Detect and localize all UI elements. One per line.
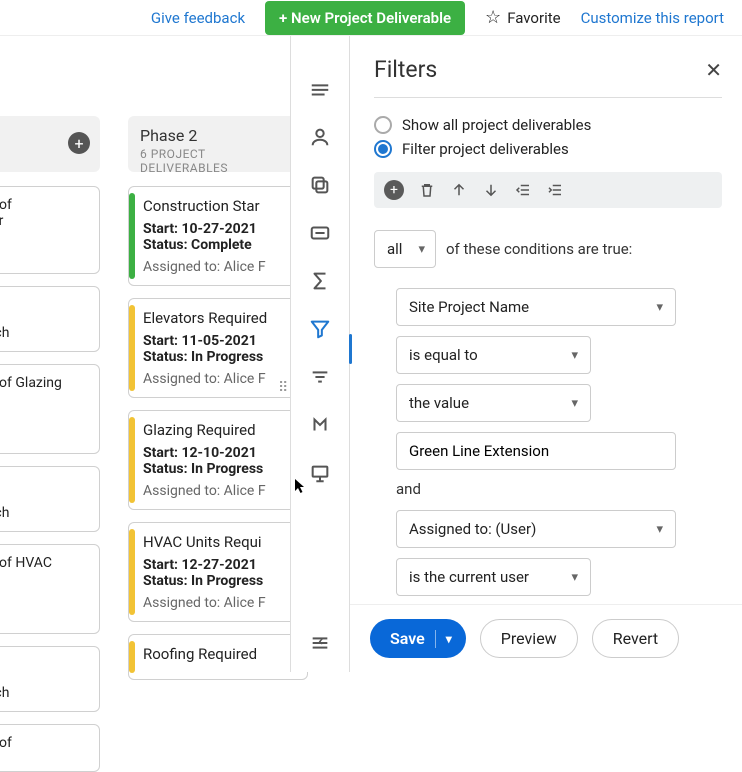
indent-icon[interactable] — [546, 181, 564, 199]
panel-footer: Save ▾ Preview Revert — [350, 604, 742, 672]
status-bar — [129, 641, 135, 673]
value-type-selector[interactable]: the value▾ — [396, 384, 591, 422]
match-selector[interactable]: all▾ — [374, 230, 436, 268]
match-text: of these conditions are true: — [446, 240, 632, 258]
copy-icon[interactable] — [309, 174, 331, 196]
settings-rail — [290, 36, 350, 672]
radio-label: Filter project deliverables — [402, 140, 569, 158]
preview-button[interactable]: Preview — [480, 619, 578, 658]
active-indicator — [349, 334, 352, 364]
and-label: and — [396, 480, 722, 498]
lines-icon[interactable] — [309, 366, 331, 388]
list-icon[interactable] — [309, 78, 331, 100]
add-card-button[interactable]: + — [68, 132, 90, 154]
match-row: all▾ of these conditions are true: — [374, 230, 722, 268]
condition-group: Site Project Name▾ is equal to▾ the valu… — [374, 288, 722, 624]
card[interactable]: Construction Star Start: 10-27-2021 Stat… — [128, 186, 308, 286]
radio-filter[interactable]: Filter project deliverables — [374, 140, 722, 158]
star-icon: ☆ — [485, 7, 501, 28]
favorite-button[interactable]: ☆ Favorite — [485, 7, 561, 28]
close-icon[interactable]: ✕ — [705, 58, 722, 82]
chevron-down-icon: ▾ — [418, 242, 425, 257]
column-partial: + t ofar ich t of Glazing ich t of HVAC … — [0, 116, 100, 672]
user-icon[interactable] — [309, 126, 331, 148]
radio-label: Show all project deliverables — [402, 116, 591, 134]
arrow-up-icon[interactable] — [450, 181, 468, 199]
status-bar — [129, 193, 135, 279]
trash-icon[interactable] — [418, 181, 436, 199]
card-fragment[interactable]: ich — [0, 466, 100, 532]
card-icon[interactable] — [309, 222, 331, 244]
operator-selector[interactable]: is the current user▾ — [396, 558, 591, 596]
display-icon[interactable] — [309, 462, 331, 484]
card[interactable]: Roofing Required — [128, 634, 308, 680]
panel-header: Filters ✕ — [374, 56, 722, 98]
chevron-down-icon: ▾ — [446, 632, 452, 646]
give-feedback-link[interactable]: Give feedback — [151, 9, 245, 27]
save-button[interactable]: Save ▾ — [370, 619, 466, 658]
topbar: Give feedback + New Project Deliverable … — [0, 0, 742, 36]
operator-selector[interactable]: is equal to▾ — [396, 336, 591, 374]
favorite-label: Favorite — [507, 9, 560, 27]
card-fragment[interactable]: t of Glazing — [0, 364, 100, 454]
radio-show-all[interactable]: Show all project deliverables — [374, 116, 722, 134]
radio-icon — [374, 140, 392, 158]
add-condition-button[interactable]: + — [384, 180, 404, 200]
column-header: + — [0, 116, 100, 172]
filters-panel: Filters ✕ Show all project deliverables … — [350, 36, 742, 672]
status-bar — [129, 305, 135, 391]
outdent-icon[interactable] — [514, 181, 532, 199]
card[interactable]: HVAC Units Requi Start: 12-27-2021 Statu… — [128, 522, 308, 622]
new-deliverable-button[interactable]: + New Project Deliverable — [265, 1, 465, 35]
card-fragment[interactable]: ich — [0, 646, 100, 712]
status-bar — [129, 529, 135, 615]
card-fragment[interactable]: ich — [0, 286, 100, 352]
sigma-icon[interactable] — [309, 270, 331, 292]
funnel-icon[interactable] — [309, 318, 331, 340]
card-fragment[interactable]: t of — [0, 724, 100, 772]
field-selector[interactable]: Assigned to: (User)▾ — [396, 510, 676, 548]
chevron-down-icon: ▾ — [656, 300, 663, 315]
card-fragment[interactable]: t ofar — [0, 186, 100, 274]
card[interactable]: Glazing Required Start: 12-10-2021 Statu… — [128, 410, 308, 510]
chevron-down-icon: ▾ — [571, 348, 578, 363]
collapse-icon[interactable] — [309, 632, 331, 654]
column-title: Phase 2 — [140, 126, 296, 145]
customize-report-link[interactable]: Customize this report — [581, 9, 724, 27]
column-header: Phase 2 6 PROJECT DELIVERABLES — [128, 116, 308, 172]
chevron-down-icon: ▾ — [571, 396, 578, 411]
drag-handle-icon[interactable]: ⠿ — [278, 380, 288, 396]
status-bar — [129, 417, 135, 503]
card-fragment[interactable]: t of HVAC — [0, 544, 100, 634]
value-input[interactable]: Green Line Extension — [396, 432, 676, 470]
chevron-down-icon: ▾ — [571, 570, 578, 585]
radio-icon — [374, 116, 392, 134]
field-selector[interactable]: Site Project Name▾ — [396, 288, 676, 326]
kanban-board: + t ofar ich t of Glazing ich t of HVAC … — [0, 36, 290, 672]
column-subtitle: 6 PROJECT DELIVERABLES — [140, 147, 296, 175]
filter-toolbar: + — [374, 172, 722, 208]
arrow-down-icon[interactable] — [482, 181, 500, 199]
chevron-down-icon: ▾ — [656, 522, 663, 537]
revert-button[interactable]: Revert — [592, 619, 679, 658]
panel-title: Filters — [374, 56, 437, 83]
pivot-icon[interactable] — [309, 414, 331, 436]
